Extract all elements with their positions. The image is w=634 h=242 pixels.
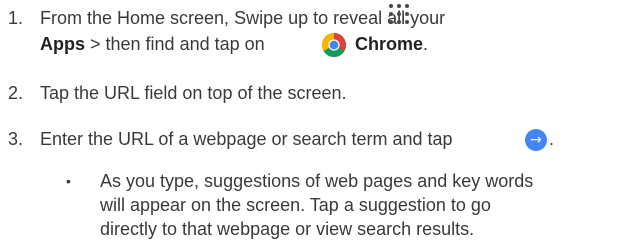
step-number: 2.: [8, 83, 24, 103]
chrome-icon: [322, 33, 346, 57]
step-1-end: .: [423, 34, 429, 54]
go-arrow-icon: →: [525, 129, 547, 151]
chrome-label: Chrome: [355, 34, 424, 54]
step-number: 3.: [8, 129, 24, 149]
apps-grid-icon: [389, 4, 409, 24]
bullet-line-1: As you type, suggestions of web pages an…: [100, 171, 534, 191]
apps-label: Apps: [40, 34, 85, 54]
step-number: 1.: [8, 8, 24, 28]
step-1-line-1: From the Home screen, Swipe up to reveal…: [40, 8, 446, 28]
bullet-icon: •: [66, 173, 71, 189]
step-2-text: Tap the URL field on top of the screen.: [40, 83, 347, 103]
step-3-text: Enter the URL of a webpage or search ter…: [40, 129, 453, 149]
step-3-end: .: [549, 129, 555, 149]
step-1-mid-text: > then find and tap on: [85, 34, 265, 54]
bullet-line-3: directly to that webpage or view search …: [100, 219, 475, 239]
instructions-document: 1. From the Home screen, Swipe up to rev…: [0, 0, 634, 241]
bullet-line-2: will appear on the screen. Tap a suggest…: [100, 195, 491, 215]
